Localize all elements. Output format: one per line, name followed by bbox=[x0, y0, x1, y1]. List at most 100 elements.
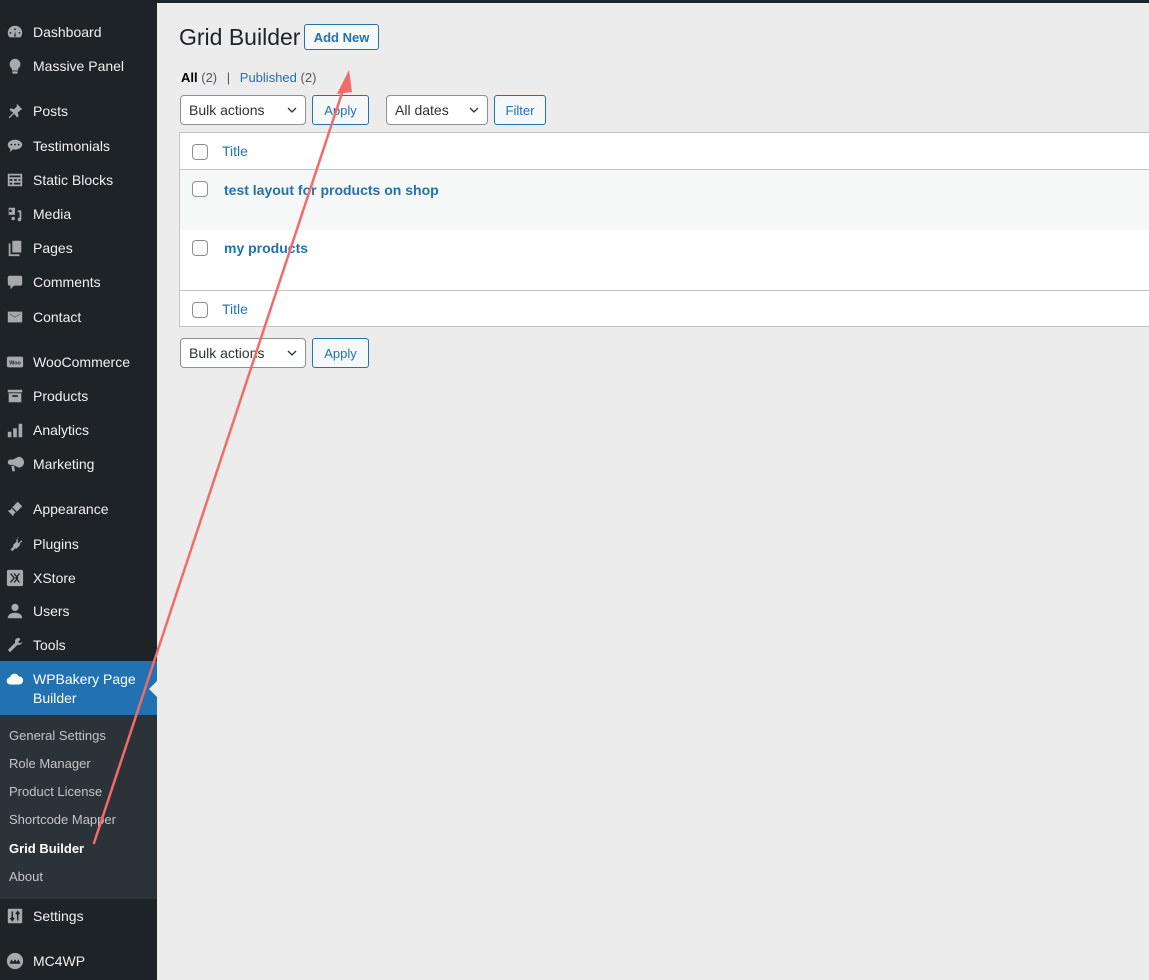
select-all-checkbox[interactable] bbox=[192, 144, 208, 160]
wrench-icon bbox=[5, 635, 25, 655]
row-title-link[interactable]: my products bbox=[224, 240, 308, 256]
bulk-actions-select-bottom[interactable]: Bulk actions bbox=[180, 338, 306, 368]
apply-button-top[interactable]: Apply bbox=[312, 95, 369, 125]
page-title: Grid Builder bbox=[179, 24, 301, 50]
sidebar-item-users[interactable]: Users bbox=[0, 594, 157, 628]
sidebar-item-label: WooCommerce bbox=[33, 354, 130, 370]
filter-published-count: (2) bbox=[300, 70, 317, 85]
filter-separator: | bbox=[226, 70, 231, 85]
layout-grid-icon bbox=[5, 170, 25, 190]
sidebar-item-contact[interactable]: Contact bbox=[0, 300, 157, 334]
sidebar-item-label: Users bbox=[33, 603, 70, 619]
sidebar-item-label: Testimonials bbox=[33, 138, 111, 154]
row-checkbox[interactable] bbox=[192, 240, 208, 256]
column-title-footer[interactable]: Title bbox=[222, 301, 248, 317]
xstore-icon bbox=[5, 568, 25, 588]
sidebar-item-plugins[interactable]: Plugins bbox=[0, 527, 157, 561]
submenu-role-manager[interactable]: Role Manager bbox=[9, 756, 91, 771]
select-all-checkbox-footer[interactable] bbox=[192, 302, 208, 318]
sidebar-item-analytics[interactable]: Analytics bbox=[0, 413, 157, 447]
sidebar-item-dashboard[interactable]: Dashboard bbox=[0, 15, 157, 49]
sidebar-item-label: Tools bbox=[33, 637, 66, 653]
sidebar-item-label: MC4WP bbox=[33, 953, 86, 969]
sidebar-item-posts[interactable]: Posts bbox=[0, 94, 157, 128]
user-icon bbox=[5, 601, 25, 621]
table-footer: Title bbox=[180, 290, 1149, 327]
pin-icon bbox=[5, 101, 25, 121]
sidebar-item-pages[interactable]: Pages bbox=[0, 231, 157, 265]
svg-text:Woo: Woo bbox=[9, 360, 21, 366]
sidebar-item-products[interactable]: Products bbox=[0, 379, 157, 413]
sidebar-item-label: Posts bbox=[33, 103, 69, 119]
sidebar-item-tools[interactable]: Tools bbox=[0, 628, 157, 662]
sidebar-item-mc4wp[interactable]: MC4WP bbox=[0, 944, 157, 978]
media-icon bbox=[5, 204, 25, 224]
submenu-general-settings[interactable]: General Settings bbox=[9, 728, 106, 743]
posts-table: Title test layout for products on shop m… bbox=[179, 132, 1149, 327]
filter-all-count: (2) bbox=[201, 70, 218, 85]
sidebar-item-label: Media bbox=[33, 206, 72, 222]
sidebar-item-label: Massive Panel bbox=[33, 58, 125, 74]
plug-icon bbox=[5, 534, 25, 554]
dates-value: All dates bbox=[395, 102, 449, 118]
bulk-actions-select-top[interactable]: Bulk actions bbox=[180, 95, 306, 125]
envelope-icon bbox=[5, 307, 25, 327]
sidebar-item-xstore[interactable]: XStore bbox=[0, 561, 157, 595]
chevron-down-icon bbox=[287, 350, 297, 356]
submenu-about[interactable]: About bbox=[9, 869, 43, 884]
dates-select[interactable]: All dates bbox=[386, 95, 488, 125]
chevron-down-icon bbox=[287, 107, 297, 113]
table-header: Title bbox=[180, 133, 1149, 170]
add-new-button[interactable]: Add New bbox=[304, 24, 379, 50]
woo-icon: Woo bbox=[5, 352, 25, 372]
wpbakery-submenu: General Settings Role Manager Product Li… bbox=[0, 715, 157, 899]
comment-icon bbox=[5, 272, 25, 292]
row-checkbox[interactable] bbox=[192, 181, 208, 197]
row-title-link[interactable]: test layout for products on shop bbox=[224, 182, 439, 198]
sidebar-item-massive-panel[interactable]: Massive Panel bbox=[0, 49, 157, 83]
sidebar-item-testimonials[interactable]: Testimonials bbox=[0, 129, 157, 163]
filter-all[interactable]: All bbox=[181, 70, 198, 85]
sidebar-item-appearance[interactable]: Appearance bbox=[0, 492, 157, 526]
megaphone-icon bbox=[5, 454, 25, 474]
mc4wp-icon bbox=[5, 951, 25, 971]
sidebar-item-label: Comments bbox=[33, 274, 101, 290]
sliders-icon bbox=[5, 906, 25, 926]
admin-sidebar: Dashboard Massive Panel Posts Testimonia… bbox=[0, 0, 157, 980]
submenu-product-license[interactable]: Product License bbox=[9, 784, 102, 799]
sidebar-item-settings[interactable]: Settings bbox=[0, 899, 157, 933]
sidebar-item-comments[interactable]: Comments bbox=[0, 265, 157, 299]
speech-bubble-icon bbox=[5, 136, 25, 156]
table-row: test layout for products on shop bbox=[180, 170, 1149, 230]
sidebar-item-label: WPBakery Page Builder bbox=[33, 671, 136, 706]
apply-button-bottom[interactable]: Apply bbox=[312, 338, 369, 368]
submenu-grid-builder[interactable]: Grid Builder bbox=[9, 841, 84, 856]
filter-button[interactable]: Filter bbox=[494, 95, 546, 125]
bar-chart-icon bbox=[5, 420, 25, 440]
cloud-icon bbox=[5, 670, 25, 690]
active-menu-pointer bbox=[149, 681, 157, 697]
sidebar-item-label: Static Blocks bbox=[33, 172, 114, 188]
sidebar-item-wpbakery[interactable]: WPBakery Page Builder bbox=[0, 661, 157, 715]
sidebar-item-label: Analytics bbox=[33, 422, 90, 438]
sidebar-item-marketing[interactable]: Marketing bbox=[0, 447, 157, 481]
column-title-header[interactable]: Title bbox=[222, 143, 248, 159]
sidebar-item-media[interactable]: Media bbox=[0, 197, 157, 231]
lightbulb-icon bbox=[5, 56, 25, 76]
arrow-head bbox=[337, 70, 352, 94]
sidebar-item-label: Plugins bbox=[33, 536, 79, 552]
sidebar-item-static-blocks[interactable]: Static Blocks bbox=[0, 163, 157, 197]
sidebar-item-label: Dashboard bbox=[33, 24, 102, 40]
bulk-actions-value: Bulk actions bbox=[189, 102, 265, 118]
sidebar-item-label: XStore bbox=[33, 570, 76, 586]
bulk-actions-value: Bulk actions bbox=[189, 345, 265, 361]
sidebar-item-label: Contact bbox=[33, 309, 82, 325]
chevron-down-icon bbox=[469, 107, 479, 113]
sidebar-item-label: Appearance bbox=[33, 501, 109, 517]
filter-published[interactable]: Published bbox=[240, 70, 297, 85]
sidebar-item-woocommerce[interactable]: Woo WooCommerce bbox=[0, 345, 157, 379]
sidebar-item-label: Settings bbox=[33, 908, 84, 924]
sidebar-item-label: Pages bbox=[33, 240, 73, 256]
submenu-shortcode-mapper[interactable]: Shortcode Mapper bbox=[9, 812, 116, 827]
status-filter-links: All (2) | Published (2) bbox=[181, 70, 316, 85]
